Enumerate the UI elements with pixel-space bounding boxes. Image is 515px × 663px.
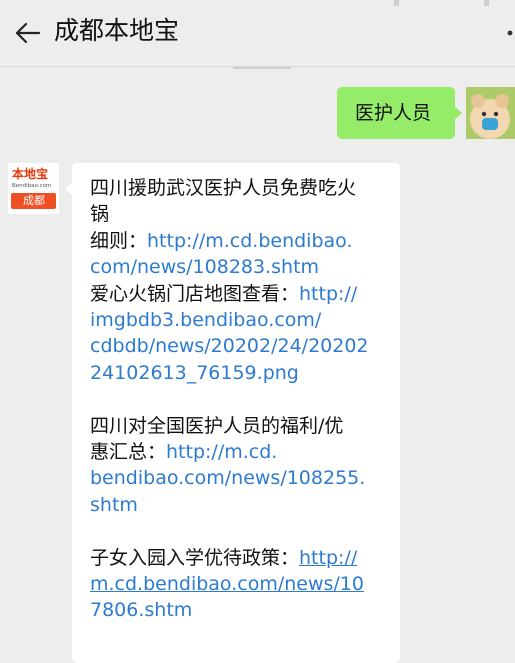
user-avatar[interactable] <box>466 87 515 139</box>
message-link[interactable]: com/news/108283.shtm <box>90 254 390 280</box>
avatar-logo-city: 成都 <box>23 194 45 207</box>
message-link[interactable]: http:// <box>299 547 357 569</box>
message-label: 爱心火锅门店地图查看： <box>90 282 300 305</box>
message-line: 惠汇总：http://m.cd. <box>90 439 390 465</box>
message-line: 爱心火锅门店地图查看：http:// <box>90 281 390 307</box>
message-link[interactable]: http://m.cd.bendibao. <box>147 230 352 252</box>
top-divider-mark <box>394 0 399 6</box>
message-link[interactable]: http:// <box>299 283 357 305</box>
message-link[interactable]: imgbdb3.bendibao.com/ <box>90 307 390 333</box>
avatar-logo-site: Bendibao.com <box>12 183 52 189</box>
message-label: 子女入园入学优待政策： <box>90 546 300 569</box>
message-label: 惠汇总： <box>90 441 167 464</box>
bendibao-avatar[interactable]: 本地宝 Bendibao.com 成都 <box>8 163 59 214</box>
incoming-message-bubble[interactable]: 四川援助武汉医护人员免费吃火 锅 细则：http://m.cd.bendibao… <box>65 163 400 663</box>
chat-header: 成都本地宝 <box>0 0 515 67</box>
message-link[interactable]: 7806.shtm <box>90 597 390 623</box>
scroll-indicator <box>233 67 291 69</box>
outgoing-message-bubble[interactable]: 医护人员 <box>337 87 462 139</box>
message-link[interactable]: 24102613_76159.png <box>90 360 390 386</box>
chat-title: 成都本地宝 <box>54 16 180 45</box>
message-link[interactable]: m.cd.bendibao.com/news/10 <box>90 571 390 597</box>
back-arrow-icon[interactable] <box>12 17 44 49</box>
message-link[interactable]: http://m.cd. <box>166 441 277 463</box>
message-link[interactable]: shtm <box>90 492 390 518</box>
message-label: 细则： <box>90 229 148 252</box>
message-line: 四川援助武汉医护人员免费吃火 <box>90 177 357 199</box>
message-link[interactable]: bendibao.com/news/108255. <box>90 465 390 491</box>
message-line: 细则：http://m.cd.bendibao. <box>90 228 390 254</box>
more-options-icon[interactable] <box>497 10 515 56</box>
avatar-logo-text: 本地宝 <box>12 167 49 181</box>
message-line: 子女入园入学优待政策：http:// <box>90 545 390 571</box>
message-line: 锅 <box>90 203 110 226</box>
message-line: 四川对全国医护人员的福利/优 <box>90 414 344 437</box>
outgoing-message-text: 医护人员 <box>355 102 432 124</box>
top-divider-mark <box>484 0 489 6</box>
message-link[interactable]: cdbdb/news/20202/24/20202 <box>90 333 390 359</box>
